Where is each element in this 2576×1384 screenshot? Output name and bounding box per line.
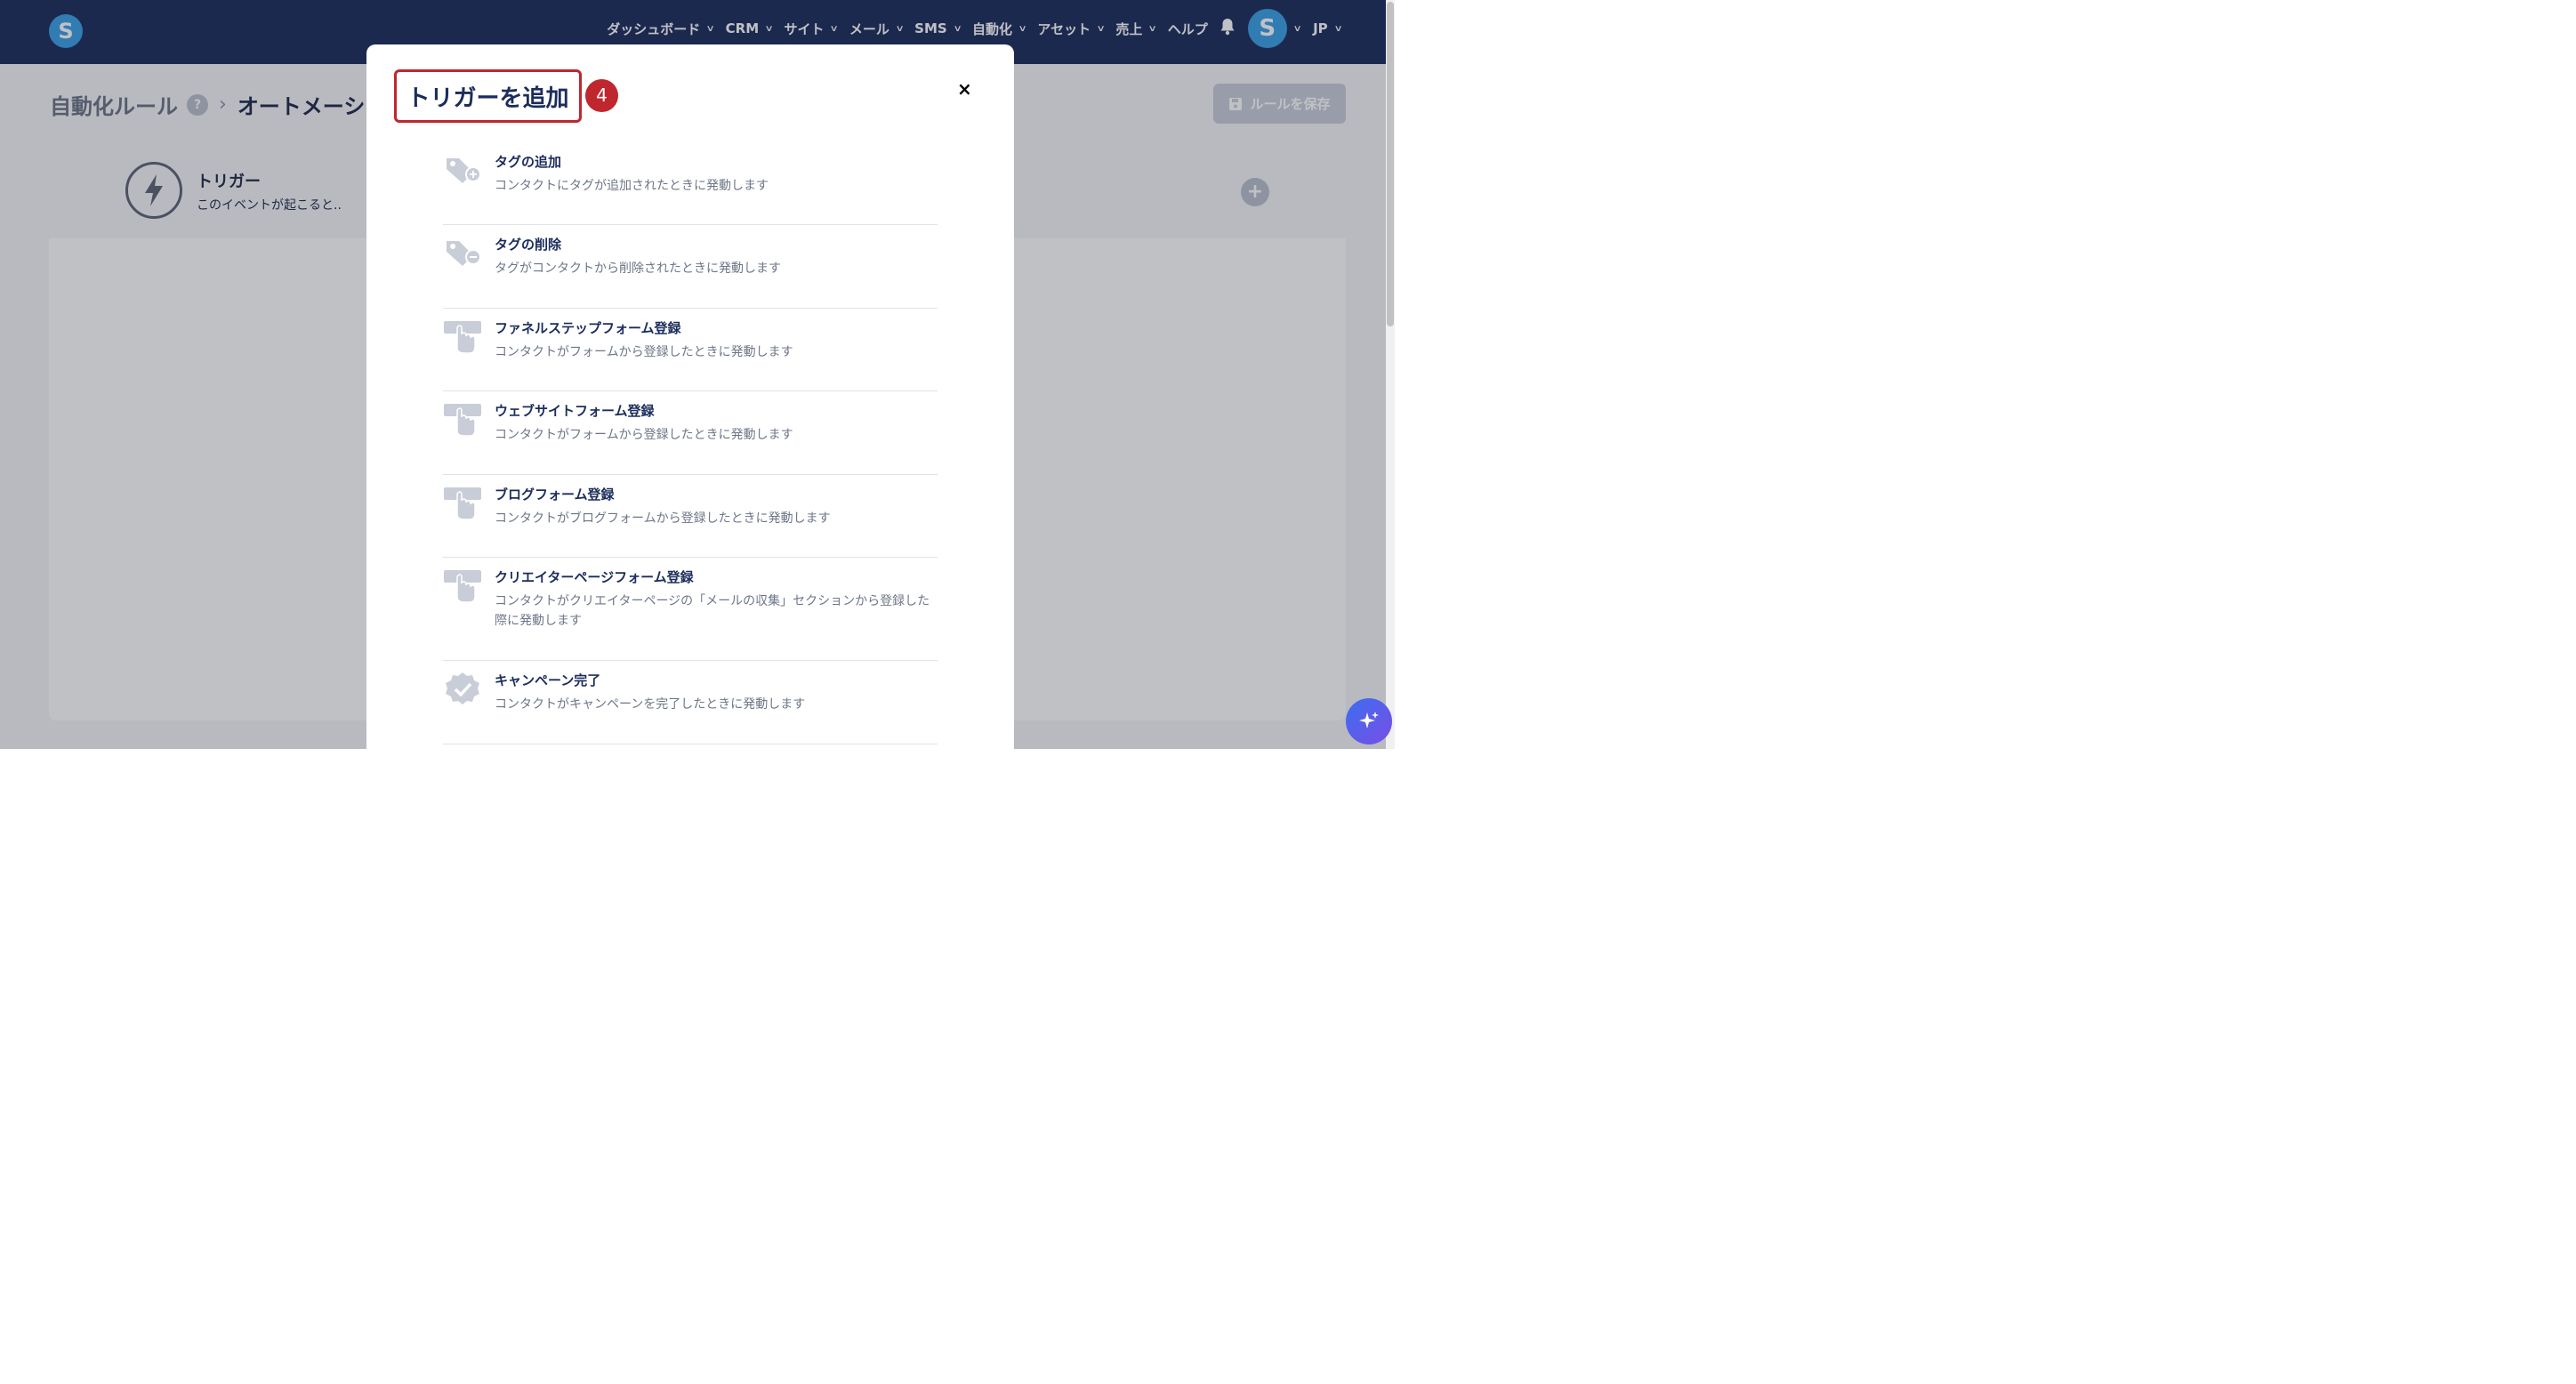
trigger-list: タグの追加 コンタクトにタグが追加されたときに発動します タグの削除 タグがコン… [443,142,938,744]
list-item[interactable]: タグの削除 タグがコンタクトから削除されたときに発動します [443,225,938,309]
trigger-description: タグがコンタクトから削除されたときに発動します [495,262,781,276]
form-click-icon [444,404,481,437]
list-item[interactable]: ファネルステップフォーム登録 コンタクトがフォームから登録したときに発動します [443,309,938,391]
trigger-description: コンタクトがキャンペーンを完了したときに発動します [495,697,806,712]
trigger-description: コンタクトがフォームから登録したときに発動します [495,345,793,359]
step-badge: 4 [585,79,618,112]
form-click-icon [444,570,481,603]
list-item[interactable]: キャンペーン完了 コンタクトがキャンペーンを完了したときに発動します [443,661,938,744]
form-click-icon [444,321,481,354]
list-item[interactable]: タグの追加 コンタクトにタグが追加されたときに発動します [443,142,938,225]
trigger-description: コンタクトがブログフォームから登録したときに発動します [495,511,831,526]
trigger-title: キャンペーン完了 [495,672,601,688]
list-item[interactable]: ブログフォーム登録 コンタクトがブログフォームから登録したときに発動します [443,475,938,558]
trigger-title: ファネルステップフォーム登録 [495,320,681,336]
trigger-description: コンタクトがフォームから登録したときに発動します [495,428,793,442]
trigger-title: ウェブサイトフォーム登録 [495,403,655,419]
ai-assistant-button[interactable] [1346,698,1392,744]
modal-title-highlight: トリガーを追加 [394,69,582,123]
trigger-title: ブログフォーム登録 [495,487,615,503]
trigger-title: タグの追加 [495,154,562,170]
scrollbar-thumb[interactable] [1387,2,1394,326]
add-trigger-modal: トリガーを追加 4 × タグの追加 コンタクトにタグが追加されたときに発動します… [366,44,1014,756]
trigger-description: コンタクトがクリエイターページの「メールの収集」セクションから登録した際に発動し… [495,594,930,628]
trigger-description: コンタクトにタグが追加されたときに発動します [495,179,769,193]
close-icon[interactable]: × [957,78,972,100]
badge-check-icon [446,672,479,704]
scrollbar[interactable] [1386,0,1395,749]
modal-title: トリガーを追加 [407,84,569,112]
tag-add-icon [447,158,481,183]
list-item[interactable]: クリエイターページフォーム登録 コンタクトがクリエイターページの「メールの収集」… [443,558,938,661]
form-click-icon [444,487,481,520]
list-item[interactable]: ウェブサイトフォーム登録 コンタクトがフォームから登録したときに発動します [443,391,938,475]
sparkle-icon [1359,712,1379,728]
tag-remove-icon [447,241,481,266]
trigger-title: タグの削除 [495,237,562,253]
trigger-title: クリエイターページフォーム登録 [495,569,694,585]
